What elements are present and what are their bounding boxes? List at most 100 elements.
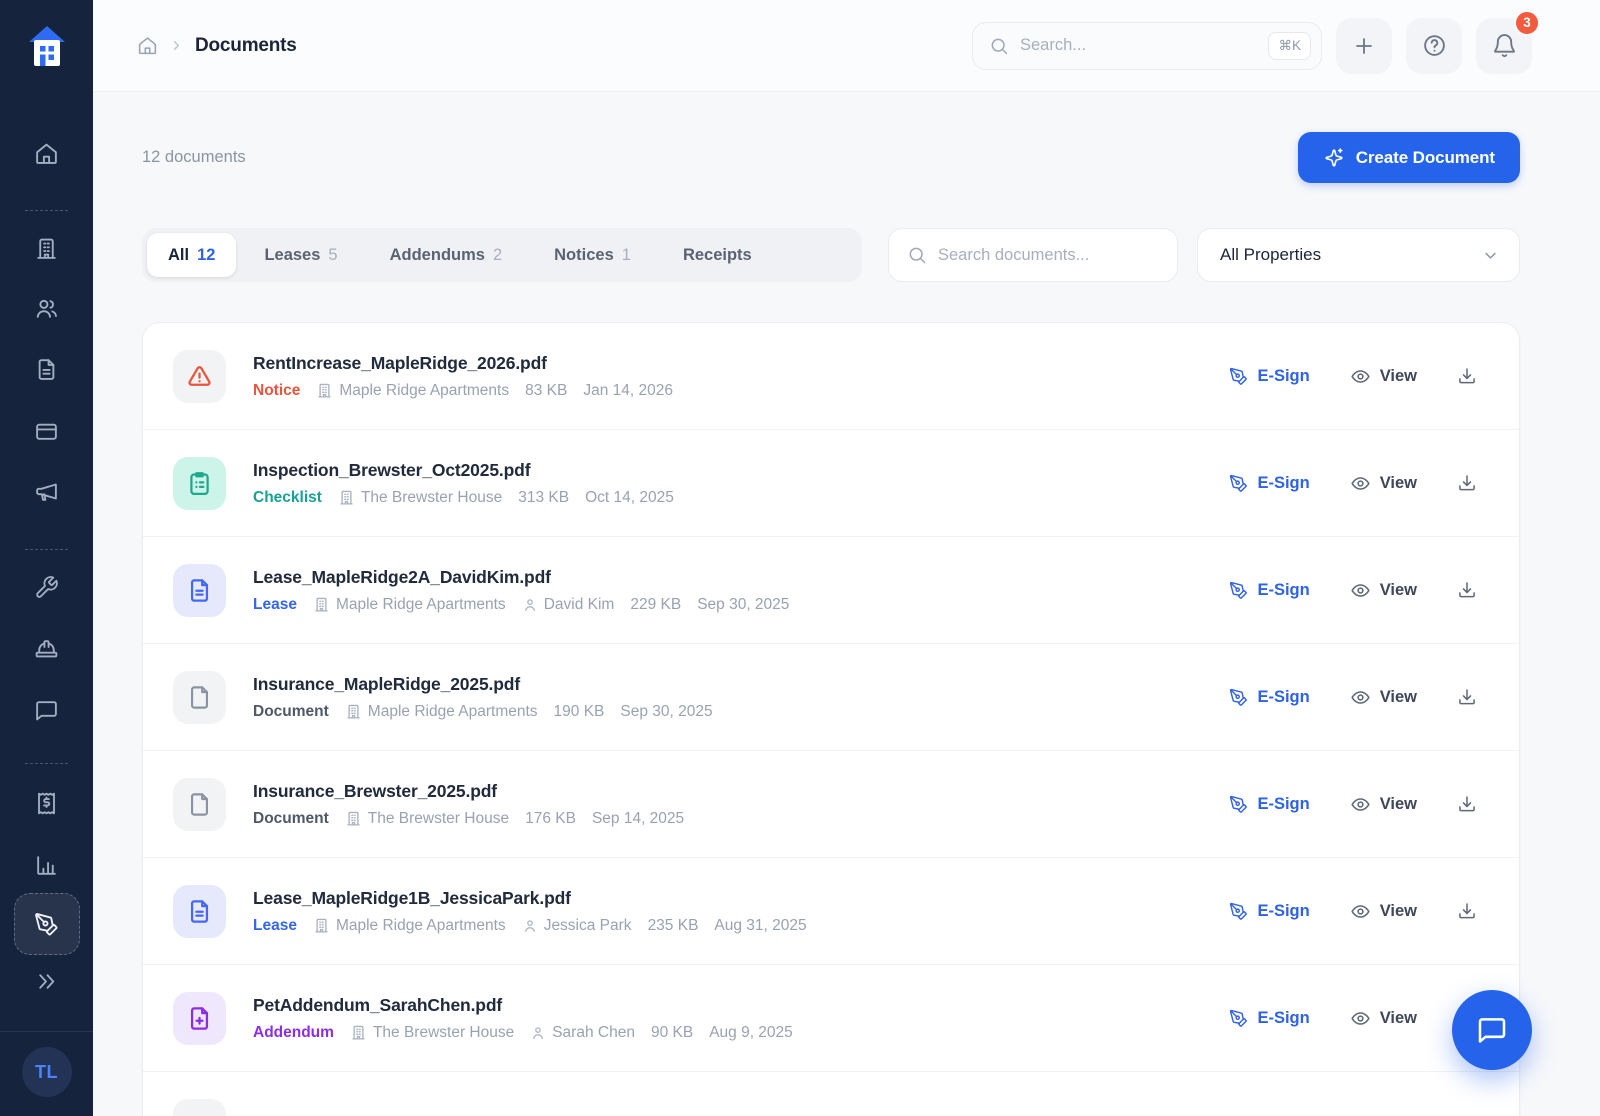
add-button[interactable] (1336, 17, 1392, 74)
download-icon (1457, 901, 1477, 921)
download-button[interactable] (1457, 366, 1477, 386)
sidebar-item-properties[interactable] (25, 226, 69, 270)
building-sm-icon (313, 917, 330, 934)
document-size: 176 KB (525, 809, 576, 827)
document-property: The Brewster House (338, 489, 502, 507)
document-size: 190 KB (553, 702, 605, 720)
clipboard-list-icon (186, 470, 213, 497)
shortcut-key: ⌘K (1268, 31, 1311, 60)
avatar[interactable]: TL (21, 1047, 72, 1097)
chat-fab-button[interactable] (1452, 990, 1532, 1070)
download-button[interactable] (1457, 794, 1477, 814)
sidebar-item-documents[interactable] (25, 347, 69, 391)
sidebar-collapse-toggle[interactable] (25, 959, 69, 1003)
document-property: Maple Ridge Apartments (313, 917, 506, 935)
tab-all[interactable]: All 12 (147, 233, 237, 277)
document-name: Insurance_MapleRidge_2025.pdf (253, 673, 520, 694)
sidebar-item-receipts[interactable] (25, 781, 69, 825)
tenants-icon (34, 296, 59, 321)
sidebar-item-payments[interactable] (25, 409, 69, 453)
notifications-button[interactable]: 3 (1476, 9, 1540, 74)
esign-button[interactable]: E-Sign (1229, 581, 1310, 600)
pen-tool-icon (1229, 902, 1248, 921)
person-sm-icon (522, 597, 538, 613)
esign-button[interactable]: E-Sign (1229, 795, 1310, 814)
help-button[interactable] (1406, 17, 1462, 74)
document-row[interactable]: RentIncrease_MapleRidge_2026.pdf Notice Ma… (143, 323, 1519, 429)
document-type-icon-box (173, 670, 226, 724)
esign-button[interactable]: E-Sign (1229, 1009, 1310, 1028)
sidebar-item-messages[interactable] (25, 688, 69, 732)
tab-receipts[interactable]: Receipts (659, 233, 776, 277)
document-type-badge: Notice (253, 381, 301, 399)
chevron-right-icon (169, 38, 184, 53)
view-button[interactable]: View (1350, 473, 1417, 494)
view-button[interactable]: View (1350, 580, 1417, 601)
document-type-icon-box (173, 563, 226, 617)
property-filter-select[interactable]: All Properties (1197, 228, 1520, 282)
sidebar: TL (0, 0, 93, 1116)
view-button[interactable]: View (1350, 366, 1417, 387)
download-button[interactable] (1457, 580, 1477, 600)
document-row[interactable]: Lease_MapleRidge2A_DavidKim.pdf Lease Mapl… (143, 537, 1519, 643)
topbar: Documents ⌘K 3 (93, 0, 1600, 92)
esign-button[interactable]: E-Sign (1229, 902, 1310, 921)
person-sm-icon (522, 918, 538, 934)
esign-button[interactable]: E-Sign (1229, 474, 1310, 493)
download-button[interactable] (1457, 473, 1477, 493)
document-row[interactable]: Insurance_Brewster_2025.pdf Document The B… (143, 751, 1519, 857)
global-search[interactable]: ⌘K (972, 21, 1322, 70)
documents-search[interactable] (888, 228, 1178, 282)
global-search-input[interactable] (1020, 36, 1258, 55)
app-logo-house-icon[interactable] (26, 24, 68, 73)
document-person: David Kim (522, 596, 614, 614)
documents-count-label: 12 documents (142, 148, 246, 166)
breadcrumb-home-icon[interactable] (137, 35, 158, 56)
sparkles-icon (1323, 147, 1345, 169)
sidebar-item-tenants[interactable] (25, 286, 69, 330)
document-property: Maple Ridge Apartments (316, 382, 509, 400)
document-row[interactable]: Lease_MapleRidge1B_JessicaPark.pdf Lease M… (143, 858, 1519, 964)
file-text-icon (34, 357, 59, 382)
eye-icon (1350, 473, 1371, 494)
sidebar-item-announcements[interactable] (25, 469, 69, 513)
esign-button[interactable]: E-Sign (1229, 367, 1310, 386)
view-button[interactable]: View (1350, 1008, 1417, 1029)
document-type-icon-box (173, 777, 226, 831)
wrench-icon (34, 575, 59, 600)
document-property: Maple Ridge Apartments (345, 703, 538, 721)
home-icon (34, 141, 59, 166)
pen-tool-icon (1229, 474, 1248, 493)
view-button[interactable]: View (1350, 687, 1417, 708)
credit-card-icon (34, 419, 59, 444)
document-row[interactable]: PetAddendum_SarahChen.pdf Addendum The Bre… (143, 965, 1519, 1071)
sidebar-item-reports[interactable] (25, 843, 69, 887)
document-date: Sep 30, 2025 (620, 702, 713, 720)
document-name: RentIncrease_MapleRidge_2026.pdf (253, 352, 547, 373)
view-button[interactable]: View (1350, 794, 1417, 815)
tab-addendums[interactable]: Addendums 2 (366, 233, 527, 277)
sidebar-item-contractors[interactable] (25, 626, 69, 670)
sidebar-item-maintenance[interactable] (25, 565, 69, 609)
download-button[interactable] (1457, 901, 1477, 921)
building-sm-icon (350, 1024, 367, 1041)
file-lines-icon (186, 898, 213, 925)
tab-count: 1 (621, 245, 631, 264)
document-row[interactable]: Inspection_Brewster_Oct2025.pdf Checklist… (143, 430, 1519, 536)
download-button[interactable] (1457, 687, 1477, 707)
sidebar-item-home[interactable] (25, 131, 69, 175)
pen-tool-icon (1229, 688, 1248, 707)
create-document-button[interactable]: Create Document (1297, 132, 1520, 183)
esign-button[interactable]: E-Sign (1229, 688, 1310, 707)
documents-search-input[interactable] (938, 245, 1159, 265)
document-row[interactable]: Insurance_MapleRidge_2025.pdf Document Map… (143, 644, 1519, 750)
document-type-badge: Addendum (253, 1023, 334, 1041)
sidebar-divider (25, 763, 68, 764)
tab-notices[interactable]: Notices 1 (530, 233, 655, 277)
document-row[interactable] (143, 1072, 1519, 1116)
download-icon (1457, 687, 1477, 707)
view-button[interactable]: View (1350, 901, 1417, 922)
tab-leases[interactable]: Leases 5 (240, 233, 361, 277)
document-date: Sep 14, 2025 (591, 809, 685, 827)
sidebar-item-esign[interactable] (13, 893, 80, 955)
